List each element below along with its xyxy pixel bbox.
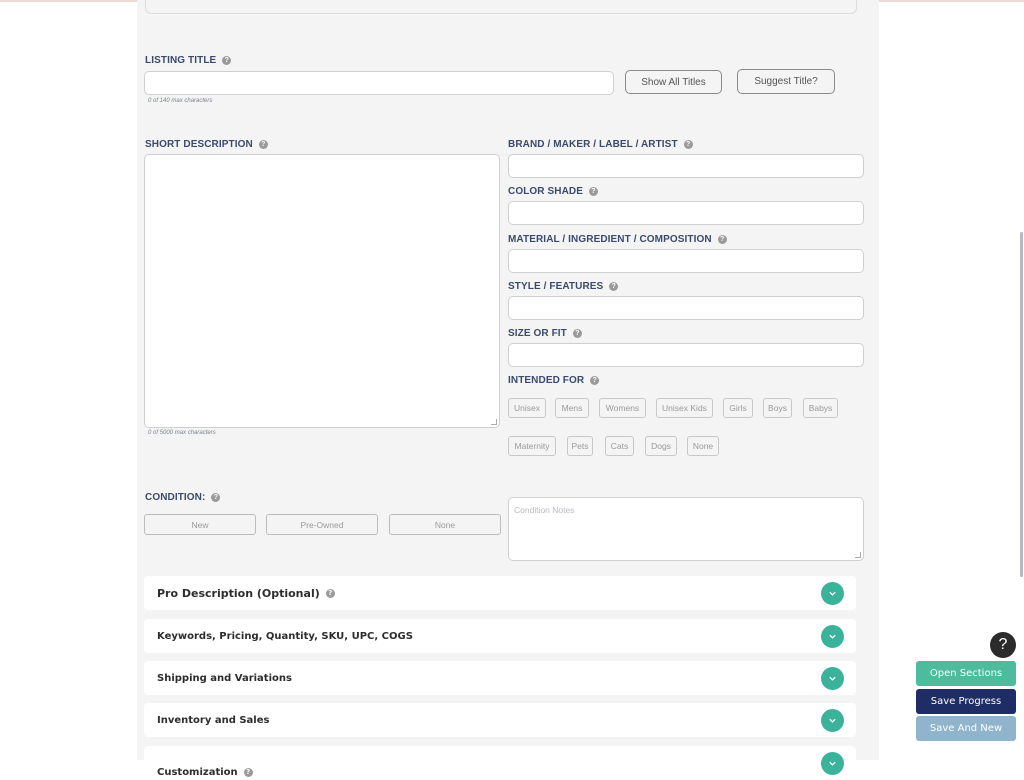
page-scrollbar[interactable] (1020, 232, 1023, 577)
previous-field-box[interactable] (145, 0, 857, 14)
condition-none-button[interactable]: None (389, 514, 501, 535)
brand-label: BRAND / MAKER / LABEL / ARTIST ? (508, 139, 693, 150)
material-input[interactable] (508, 249, 864, 273)
listing-title-label-text: LISTING TITLE (145, 55, 217, 66)
intended-for-option-girls[interactable]: Girls (723, 398, 753, 418)
brand-label-text: BRAND / MAKER / LABEL / ARTIST (508, 139, 678, 150)
chevron-down-icon[interactable] (821, 709, 844, 732)
section-inventory-sales[interactable]: Inventory and Sales (144, 703, 856, 737)
intended-for-option-cats[interactable]: Cats (605, 436, 634, 456)
intended-for-option-unisex[interactable]: Unisex (508, 398, 546, 418)
short-description-label-text: SHORT DESCRIPTION (145, 139, 253, 150)
section-title: Customization (157, 766, 238, 778)
intended-for-label: INTENDED FOR ? (508, 375, 600, 386)
intended-for-option-unisex-kids[interactable]: Unisex Kids (656, 398, 713, 418)
brand-input[interactable] (508, 154, 864, 178)
intended-for-option-mens[interactable]: Mens (555, 398, 589, 418)
intended-for-option-maternity[interactable]: Maternity (508, 436, 556, 456)
listing-title-input[interactable] (144, 71, 614, 95)
condition-label-text: CONDITION: (145, 492, 206, 503)
condition-new-button[interactable]: New (144, 514, 256, 535)
condition-label: CONDITION: ? (145, 492, 221, 503)
help-icon[interactable]: ? (589, 187, 598, 196)
intended-for-option-babys[interactable]: Babys (803, 398, 838, 418)
short-description-textarea[interactable] (144, 154, 500, 428)
section-title: Keywords, Pricing, Quantity, SKU, UPC, C… (157, 630, 413, 642)
section-keywords-pricing[interactable]: Keywords, Pricing, Quantity, SKU, UPC, C… (144, 619, 856, 653)
chevron-down-icon[interactable] (821, 582, 844, 605)
listing-title-label: LISTING TITLE ? (145, 55, 232, 66)
listing-title-char-count: 0 of 140 max characters (148, 98, 213, 104)
intended-for-option-boys[interactable]: Boys (763, 398, 792, 418)
condition-pre-owned-button[interactable]: Pre-Owned (266, 514, 378, 535)
resize-handle[interactable] (855, 552, 861, 558)
color-shade-input[interactable] (508, 201, 864, 225)
condition-notes-textarea[interactable]: Condition Notes (508, 497, 864, 561)
save-progress-button[interactable]: Save Progress (916, 689, 1016, 714)
suggest-title-button[interactable]: Suggest Title? (737, 69, 835, 94)
section-title: Pro Description (Optional) (157, 586, 320, 600)
listing-form: LISTING TITLE ? 0 of 140 max characters … (137, 0, 879, 780)
intended-for-option-dogs[interactable]: Dogs (645, 436, 677, 456)
help-icon[interactable]: ? (222, 56, 232, 65)
material-label: MATERIAL / INGREDIENT / COMPOSITION ? (508, 234, 727, 245)
color-shade-label: COLOR SHADE ? (508, 186, 598, 197)
section-title: Shipping and Variations (157, 672, 292, 684)
help-bubble-button[interactable]: ? (990, 632, 1016, 658)
help-icon[interactable]: ? (717, 235, 727, 244)
open-sections-button[interactable]: Open Sections (916, 661, 1016, 686)
help-icon[interactable]: ? (683, 140, 693, 149)
intended-for-option-none[interactable]: None (687, 436, 719, 456)
section-shipping-variations[interactable]: Shipping and Variations (144, 661, 856, 695)
chevron-down-icon[interactable] (821, 752, 844, 775)
intended-for-label-text: INTENDED FOR (508, 375, 585, 386)
save-and-new-button[interactable]: Save And New (916, 716, 1016, 741)
chevron-down-icon[interactable] (821, 667, 844, 690)
show-all-titles-button[interactable]: Show All Titles (625, 70, 722, 94)
style-features-input[interactable] (508, 296, 864, 320)
short-description-label: SHORT DESCRIPTION ? (145, 139, 268, 150)
size-fit-label-text: SIZE OR FIT (508, 328, 567, 339)
color-shade-label-text: COLOR SHADE (508, 186, 583, 197)
resize-handle[interactable] (491, 419, 497, 425)
help-icon[interactable]: ? (325, 588, 335, 598)
section-pro-description[interactable]: Pro Description (Optional) ? (144, 576, 856, 610)
help-icon[interactable]: ? (572, 329, 582, 338)
style-features-label: STYLE / FEATURES ? (508, 281, 619, 292)
help-icon[interactable]: ? (609, 282, 619, 291)
help-icon[interactable]: ? (258, 140, 268, 149)
material-label-text: MATERIAL / INGREDIENT / COMPOSITION (508, 234, 712, 245)
chevron-down-icon[interactable] (821, 625, 844, 648)
size-fit-label: SIZE OR FIT ? (508, 328, 582, 339)
section-customization[interactable]: Customization ? (144, 746, 856, 780)
size-fit-input[interactable] (508, 343, 864, 367)
help-icon[interactable]: ? (211, 493, 221, 502)
intended-for-option-pets[interactable]: Pets (567, 436, 593, 456)
style-features-label-text: STYLE / FEATURES (508, 281, 604, 292)
short-description-char-count: 0 of 5000 max characters (148, 430, 216, 436)
help-icon[interactable]: ? (590, 376, 600, 385)
condition-notes-placeholder: Condition Notes (514, 505, 575, 515)
section-title: Inventory and Sales (157, 714, 270, 726)
help-icon[interactable]: ? (243, 767, 253, 777)
intended-for-option-womens[interactable]: Womens (599, 398, 646, 418)
